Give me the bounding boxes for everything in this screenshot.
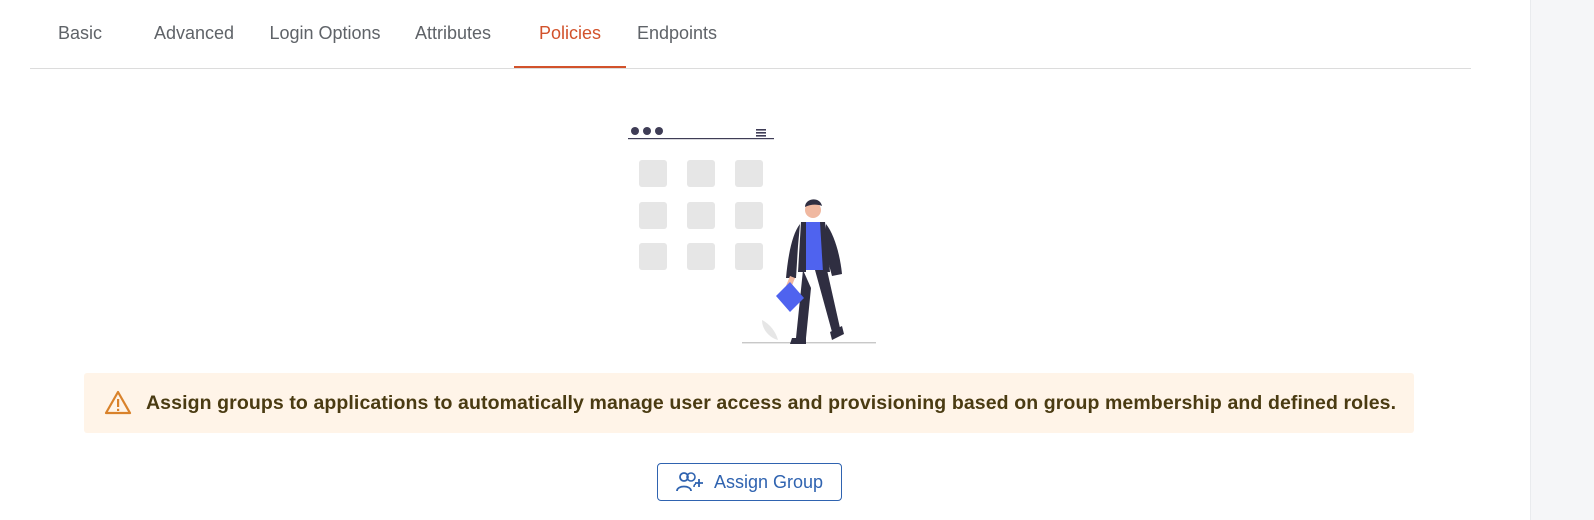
alert-message: Assign groups to applications to automat… [146, 391, 1397, 414]
tab-basic[interactable]: Basic [48, 0, 112, 68]
tab-policies[interactable]: Policies [514, 0, 626, 68]
user-plus-icon [676, 470, 704, 494]
warning-triangle-icon [104, 389, 132, 417]
tab-login-options[interactable]: Login Options [266, 0, 384, 68]
tab-attributes[interactable]: Attributes [408, 0, 498, 68]
right-side-panel [1530, 0, 1594, 520]
empty-state-illustration [620, 118, 880, 350]
tab-advanced[interactable]: Advanced [148, 0, 240, 68]
info-alert: Assign groups to applications to automat… [84, 373, 1414, 433]
assign-group-button[interactable]: Assign Group [657, 463, 842, 501]
tab-endpoints[interactable]: Endpoints [634, 0, 720, 68]
tab-bar: Basic Advanced Login Options Attributes … [30, 0, 1471, 69]
assign-group-label: Assign Group [713, 471, 824, 492]
